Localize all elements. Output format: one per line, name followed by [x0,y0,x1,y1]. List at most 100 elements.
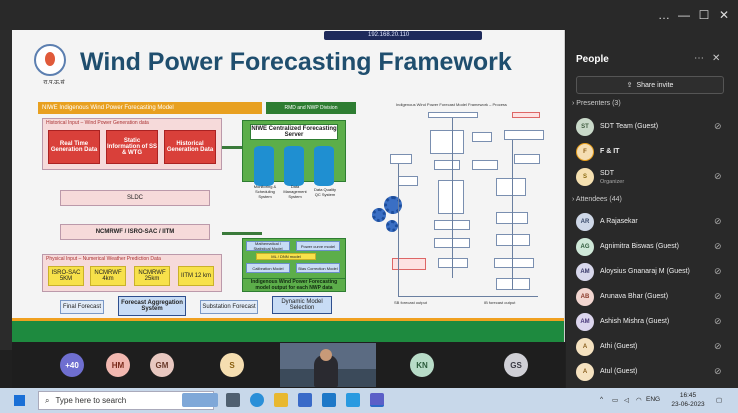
logo-caption: रा.प.ऊ.सं [43,80,65,86]
overflow-participants-avatar[interactable]: +40 [60,353,84,377]
connector-line [222,232,262,235]
attendee-row[interactable]: AM Aloysius Gnanaraj M (Guest) ⊘ [574,261,732,283]
avatar: AR [576,213,594,231]
participant-name: F & IT [600,148,620,155]
participant-name: A Rajasekar [600,218,638,225]
data-quality-label: Data Quality QC System [313,186,336,197]
close-window-button[interactable]: ✕ [714,8,734,22]
avatar: AG [576,238,594,256]
model-header: NIWE Indigenous Wind Power Forecasting M… [38,102,262,114]
volume-icon[interactable]: ◁ [624,396,629,404]
avatar: AM [576,313,594,331]
outlook-icon[interactable] [346,393,360,407]
participant-avatar[interactable]: GM [150,353,174,377]
presenters-label: Presenters (3) [576,100,621,107]
file-explorer-icon[interactable] [274,393,288,407]
avatar: F [576,143,594,161]
bias-correction-box: Bias Correction Model [296,263,340,273]
mic-off-icon: ⊘ [714,266,722,276]
more-options-icon[interactable]: … [654,8,674,22]
shared-screen: 192.168.20.110 रा.प.ऊ.सं Wind Power Fore… [12,30,565,342]
final-forecast-box: Final Forecast [60,300,104,314]
system-clock[interactable]: 16:45 23-06-2023 [668,391,708,409]
participant-video[interactable] [280,343,376,387]
presenters-header[interactable]: › Presenters (3) [572,100,621,107]
flow-box [472,160,498,170]
sldc-box: SLDC [60,190,210,206]
participant-avatar[interactable]: KN [410,353,434,377]
division-header: RMD and NWP Division [266,102,356,114]
attendee-row[interactable]: AG Agnimitra Biswas (Guest) ⊘ [574,236,732,258]
slide-title: Wind Power Forecasting Framework [80,48,512,76]
attendees-label: Attendees (44) [575,196,622,203]
attendees-header[interactable]: › Attendees (44) [572,196,622,203]
notification-icon[interactable]: ▢ [716,396,722,404]
physical-input-label: Physical Input – Numerical Weather Predi… [46,256,161,262]
participant-name: Arunava Bhar (Guest) [600,293,669,300]
math-model-box: Mathematical / Statistical Model [246,241,290,251]
share-invite-button[interactable]: ⇪ Share invite [576,76,724,94]
close-icon[interactable]: ✕ [712,53,720,64]
attendee-row[interactable]: A Atul (Guest) ⊘ [574,361,732,383]
wifi-icon[interactable]: ◠ [636,396,642,404]
maximize-button[interactable]: ☐ [694,8,714,22]
flow-box [496,278,530,290]
teams-icon[interactable] [370,393,384,407]
participant-avatar[interactable]: HM [106,353,130,377]
more-icon[interactable]: ⋯ [694,53,704,64]
share-invite-label: Share invite [636,81,674,89]
flow-box [390,154,412,164]
flow-box [472,132,492,142]
participant-avatar[interactable]: GS [504,353,528,377]
nwp-isro-box: ISRO-SAC 5KM [48,266,84,286]
presenter-row[interactable]: S SDT Organizer ⊘ [574,166,732,188]
attendee-row[interactable]: A Athi (Guest) ⊘ [574,336,732,358]
flow-connector [452,118,453,278]
participant-name: Atul (Guest) [600,368,638,375]
search-icon: ⌕ [45,395,50,405]
flow-box [514,154,540,164]
attendee-row[interactable]: AM Ashish Mishra (Guest) ⊘ [574,311,732,333]
task-view-icon[interactable] [226,393,240,407]
battery-icon[interactable]: ▭ [612,396,618,404]
store-icon[interactable] [298,393,312,407]
windows-start-icon[interactable] [14,395,25,406]
taskbar-thumbnail-icon[interactable] [182,393,218,407]
chevron-down-icon: › [572,196,575,203]
avatar: A [576,338,594,356]
flow-box [398,176,418,186]
screen: … — ☐ ✕ 192.168.20.110 रा.प.ऊ.सं Wind Po… [0,0,738,413]
windows-taskbar: ⌕ Type here to search ^ ▭ ◁ ◠ ENG 16:45 … [0,388,738,413]
database-cylinder [284,146,304,186]
attendee-row[interactable]: AB Arunava Bhar (Guest) ⊘ [574,286,732,308]
flow-box [494,258,534,268]
dynamic-model-box: Dynamic Model Selection [272,296,332,314]
database-cylinder [254,146,274,186]
historical-input-label: Historical Input – Wind Power Generation… [46,120,149,126]
minimize-button[interactable]: — [674,8,694,22]
ml-model-box: ML / DNN model [256,253,316,260]
mic-off-icon: ⊘ [714,171,722,181]
participant-avatar[interactable]: S [220,353,244,377]
attendee-row[interactable]: AR A Rajasekar ⊘ [574,211,732,233]
participant-name: Aloysius Gnanaraj M (Guest) [600,268,690,275]
flow-box [428,112,478,118]
participant-name: Athi (Guest) [600,343,638,350]
power-curve-box: Power curve model [296,241,340,251]
edge-browser-icon[interactable] [250,393,264,407]
sb-output-label: SB forecast output [394,300,427,305]
static-info-box: Static Information of SS & WTG [106,130,158,164]
screen-share-toolbar[interactable]: 192.168.20.110 [324,31,482,40]
mail-icon[interactable] [322,393,336,407]
flow-box [434,160,460,170]
flow-box [438,258,468,268]
language-indicator[interactable]: ENG [646,396,660,403]
presenter-row[interactable]: ST SDT Team (Guest) ⊘ [574,116,732,138]
substation-forecast-box: Substation Forecast [200,300,258,314]
ib-output-label: IB forecast output [484,300,516,305]
left-edge [0,30,12,350]
data-management-label: Data Management System [283,184,307,199]
presenter-row[interactable]: F F & IT [574,141,732,163]
chevron-up-icon[interactable]: ^ [600,396,603,403]
flow-connector [398,164,399,296]
